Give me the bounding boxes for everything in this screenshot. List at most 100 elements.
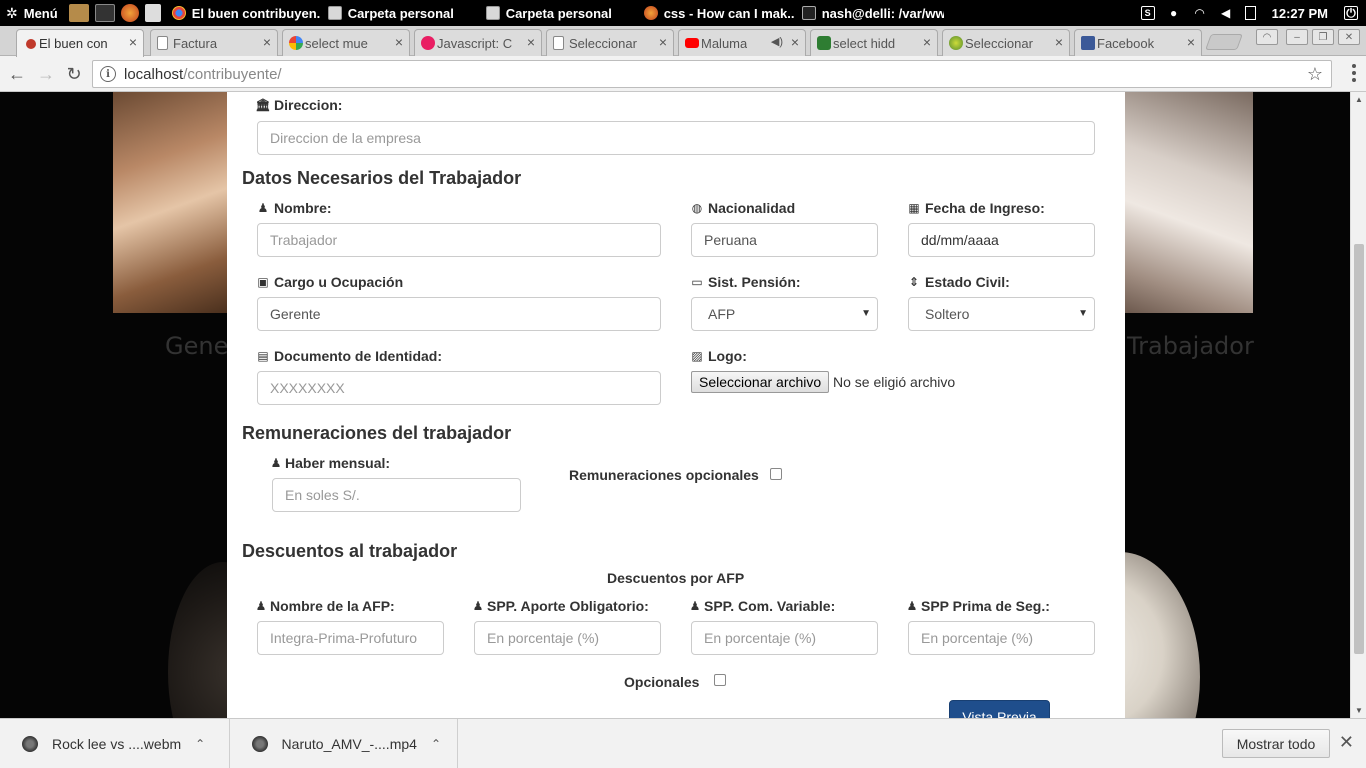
- file-manager-launcher-icon[interactable]: [68, 4, 89, 22]
- spp-prima-input[interactable]: [908, 621, 1095, 655]
- site-favicon-icon: [26, 39, 36, 49]
- taskbar-task-chrome[interactable]: El buen contribuyen...: [164, 0, 320, 26]
- speaker-icon[interactable]: ◀): [771, 35, 783, 48]
- remuneraciones-opcionales-label: Remuneraciones opcionales: [569, 467, 759, 483]
- browser-tab-el-buen-contribuyente[interactable]: El buen con ×: [16, 29, 144, 57]
- new-tab-button[interactable]: [1205, 34, 1243, 50]
- site-info-icon[interactable]: i: [100, 66, 116, 82]
- reload-icon[interactable]: ↻: [63, 63, 85, 85]
- sist-pension-select[interactable]: AFP ▼: [691, 297, 878, 331]
- chevron-up-icon[interactable]: ⌃: [195, 737, 205, 751]
- documento-input[interactable]: [257, 371, 661, 405]
- tray-app-icon[interactable]: S: [1140, 6, 1155, 20]
- browser-tab-select-mue[interactable]: select mue ×: [282, 29, 410, 56]
- vista-previa-button[interactable]: Vista Previa: [949, 700, 1050, 718]
- chevron-down-icon: ▼: [1078, 308, 1088, 319]
- download-item[interactable]: Rock lee vs ....webm ⌃: [0, 719, 230, 768]
- address-bar[interactable]: i localhost /contribuyente/ ☆: [92, 60, 1332, 88]
- nombre-input[interactable]: [257, 223, 661, 257]
- firefox-launcher-icon[interactable]: [120, 4, 139, 22]
- haber-mensual-label-text: Haber mensual:: [285, 455, 391, 471]
- nombre-afp-input[interactable]: [257, 621, 444, 655]
- direccion-input[interactable]: [257, 121, 1095, 155]
- power-icon[interactable]: ⏻: [1344, 6, 1358, 20]
- back-arrow-icon[interactable]: ←: [6, 63, 28, 85]
- close-tab-icon[interactable]: ×: [395, 34, 403, 50]
- browser-tab-maluma[interactable]: Maluma ◀) ×: [678, 29, 806, 56]
- haber-mensual-input[interactable]: [272, 478, 521, 512]
- user-icon[interactable]: ●: [1167, 6, 1181, 20]
- cargo-input[interactable]: [257, 297, 661, 331]
- nacionalidad-input[interactable]: [691, 223, 878, 257]
- taskbar-task-firefox[interactable]: css - How can I mak...: [636, 0, 794, 26]
- close-tab-icon[interactable]: ×: [791, 34, 799, 50]
- close-tab-icon[interactable]: ×: [1055, 34, 1063, 50]
- page-icon: [553, 36, 564, 50]
- taskbar-task-label: nash@delli: /var/ww...: [821, 5, 944, 21]
- close-tab-icon[interactable]: ×: [527, 34, 535, 50]
- browser-tab-seleccionar-1[interactable]: Seleccionar ×: [546, 29, 674, 56]
- text-editor-launcher-icon[interactable]: [144, 4, 161, 22]
- youtube-icon: [685, 38, 699, 48]
- taskbar-task-folder-2[interactable]: Carpeta personal: [478, 0, 636, 26]
- spp-aporte-input[interactable]: [474, 621, 661, 655]
- tab-title: Javascript: C: [437, 35, 513, 51]
- cargo-label: ▣ Cargo u Ocupación: [257, 274, 403, 290]
- tab-title: Seleccionar: [965, 35, 1033, 51]
- browser-tab-facebook[interactable]: Facebook ×: [1074, 29, 1202, 56]
- browser-tab-factura[interactable]: Factura ×: [150, 29, 278, 56]
- profile-icon[interactable]: ◠: [1256, 29, 1278, 45]
- close-tab-icon[interactable]: ×: [659, 34, 667, 50]
- bookmark-star-icon[interactable]: ☆: [1307, 64, 1323, 85]
- image-icon: ▨: [691, 349, 703, 363]
- contribuyente-form-modal: 🏛︎ Direccion: Datos Necesarios del Traba…: [227, 92, 1125, 718]
- calendar-icon: ▦: [908, 201, 920, 215]
- taskbar-task-label: css - How can I mak...: [663, 5, 794, 21]
- site-favicon-icon: [949, 36, 963, 50]
- wifi-icon[interactable]: ◠: [1193, 6, 1207, 20]
- start-menu-button[interactable]: ✲ Menú: [0, 0, 66, 26]
- terminal-launcher-icon[interactable]: [94, 4, 115, 22]
- download-item[interactable]: Naruto_AMV_-....mp4 ⌃: [230, 719, 458, 768]
- page-scrollbar[interactable]: ▲ ▼: [1350, 92, 1366, 718]
- close-tab-icon[interactable]: ×: [129, 34, 137, 50]
- person-icon: ♟: [689, 599, 701, 613]
- minimize-window-button[interactable]: –: [1286, 29, 1308, 45]
- scroll-down-arrow-icon[interactable]: ▼: [1355, 706, 1363, 715]
- close-window-button[interactable]: ✕: [1338, 29, 1360, 45]
- forward-arrow-icon[interactable]: →: [35, 63, 57, 85]
- spp-comision-input[interactable]: [691, 621, 878, 655]
- close-shelf-icon[interactable]: ✕: [1339, 732, 1354, 753]
- clock[interactable]: 12:27 PM: [1268, 6, 1332, 21]
- close-tab-icon[interactable]: ×: [923, 34, 931, 50]
- person-icon: ♟: [906, 599, 918, 613]
- clipboard-icon[interactable]: [1244, 6, 1256, 20]
- volume-icon[interactable]: ◀: [1219, 6, 1233, 20]
- scroll-up-arrow-icon[interactable]: ▲: [1355, 95, 1363, 104]
- folder-icon: [327, 6, 342, 20]
- browser-tab-seleccionar-2[interactable]: Seleccionar ×: [942, 29, 1070, 56]
- taskbar-task-terminal[interactable]: nash@delli: /var/ww...: [794, 0, 944, 26]
- remuneraciones-opcionales-checkbox[interactable]: [770, 468, 782, 480]
- opcionales-checkbox[interactable]: [714, 674, 726, 686]
- fecha-ingreso-input[interactable]: dd/mm/aaaa: [908, 223, 1095, 257]
- show-all-downloads-button[interactable]: Mostrar todo: [1222, 729, 1330, 758]
- logo-file-button[interactable]: Seleccionar archivo: [691, 371, 830, 393]
- terminal-icon: [801, 6, 816, 20]
- section-title-descuentos: Descuentos al trabajador: [242, 541, 458, 561]
- taskbar-task-folder-1[interactable]: Carpeta personal: [320, 0, 478, 26]
- nacionalidad-label: ◍ Nacionalidad: [691, 200, 795, 216]
- estado-civil-select[interactable]: Soltero ▼: [908, 297, 1095, 331]
- maximize-window-button[interactable]: ❐: [1312, 29, 1334, 45]
- tab-title: Maluma: [701, 35, 748, 51]
- browser-tab-select-hidd[interactable]: select hidd ×: [810, 29, 938, 56]
- page-viewport: Gene Trabajador 🏛︎ Direccion: Datos Nece…: [0, 92, 1350, 718]
- close-tab-icon[interactable]: ×: [263, 34, 271, 50]
- chevron-up-icon[interactable]: ⌃: [431, 737, 441, 751]
- scrollbar-thumb[interactable]: [1354, 244, 1364, 654]
- spp-aporte-label: ♟ SPP. Aporte Obligatorio:: [473, 598, 649, 614]
- close-tab-icon[interactable]: ×: [1187, 34, 1195, 50]
- browser-tab-javascript[interactable]: Javascript: C ×: [414, 29, 542, 56]
- briefcase-icon: ▣: [257, 275, 269, 289]
- browser-menu-icon[interactable]: [1352, 64, 1356, 82]
